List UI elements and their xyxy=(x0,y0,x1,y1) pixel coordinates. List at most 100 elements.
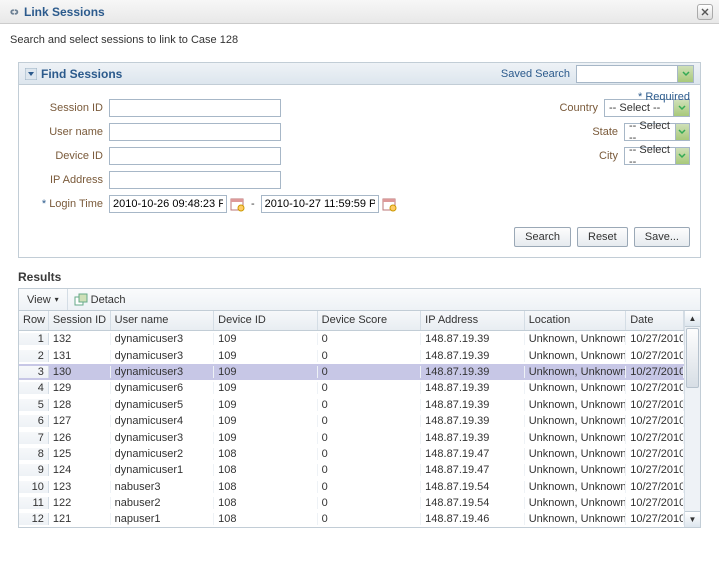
cell: 10/27/2010 xyxy=(626,415,684,427)
results-grid: Row Session ID User name Device ID Devic… xyxy=(18,310,701,528)
cell: 5 xyxy=(19,399,49,411)
saved-search-combo[interactable] xyxy=(576,65,694,83)
cell: 127 xyxy=(49,415,111,427)
cell: 148.87.19.39 xyxy=(421,350,525,362)
col-row[interactable]: Row xyxy=(19,311,49,330)
dialog-title: Link Sessions xyxy=(24,5,697,19)
device-id-input[interactable] xyxy=(109,147,281,165)
user-name-input[interactable] xyxy=(109,123,281,141)
login-to-input[interactable] xyxy=(261,195,379,213)
col-device-score[interactable]: Device Score xyxy=(318,311,422,330)
cell: 148.87.19.39 xyxy=(421,415,525,427)
cell: 0 xyxy=(318,399,422,411)
cell: nabuser3 xyxy=(111,481,215,493)
cell: 148.87.19.39 xyxy=(421,382,525,394)
label-login-time: Login Time xyxy=(29,198,103,210)
detach-label: Detach xyxy=(91,294,126,306)
panel-title: Find Sessions xyxy=(41,67,501,81)
scroll-thumb[interactable] xyxy=(686,328,699,388)
cell: Unknown, Unknown, xyxy=(525,464,627,476)
table-row[interactable]: 2131dynamicuser31090148.87.19.39Unknown,… xyxy=(19,347,684,363)
cell: Unknown, Unknown, xyxy=(525,333,627,345)
view-menu[interactable]: View▾ xyxy=(19,289,68,310)
table-row[interactable]: 6127dynamicuser41090148.87.19.39Unknown,… xyxy=(19,413,684,429)
cell: 132 xyxy=(49,333,111,345)
city-select[interactable]: -- Select -- xyxy=(624,147,690,165)
cell: 148.87.19.39 xyxy=(421,366,525,378)
disclose-icon[interactable] xyxy=(25,68,37,80)
saved-search-label: Saved Search xyxy=(501,68,570,80)
search-button[interactable]: Search xyxy=(514,227,571,247)
cell: nabuser2 xyxy=(111,497,215,509)
save-button[interactable]: Save... xyxy=(634,227,690,247)
country-value: -- Select -- xyxy=(609,102,660,114)
cell: 148.87.19.54 xyxy=(421,497,525,509)
city-value: -- Select -- xyxy=(629,144,675,168)
results-toolbar: View▾ Detach xyxy=(18,288,701,310)
cell: dynamicuser1 xyxy=(111,464,215,476)
col-device-id[interactable]: Device ID xyxy=(214,311,318,330)
cell: Unknown, Unknown, xyxy=(525,366,627,378)
scroll-up-icon[interactable]: ▲ xyxy=(685,311,700,327)
session-id-input[interactable] xyxy=(109,99,281,117)
cell: Unknown, Unknown, xyxy=(525,448,627,460)
panel-body: * Required Session ID Country -- Select … xyxy=(19,85,700,257)
dialog-titlebar: Link Sessions xyxy=(0,0,719,24)
state-select[interactable]: -- Select -- xyxy=(624,123,690,141)
cell: 125 xyxy=(49,448,111,460)
label-ip-address: IP Address xyxy=(29,174,103,186)
instruction-text: Search and select sessions to link to Ca… xyxy=(0,24,719,62)
cell: 128 xyxy=(49,399,111,411)
table-row[interactable]: 7126dynamicuser31090148.87.19.39Unknown,… xyxy=(19,429,684,445)
detach-button[interactable]: Detach xyxy=(68,289,132,310)
chevron-down-icon xyxy=(675,148,689,164)
cell: 108 xyxy=(214,513,318,525)
table-row[interactable]: 10123nabuser31080148.87.19.54Unknown, Un… xyxy=(19,479,684,495)
col-session-id[interactable]: Session ID xyxy=(49,311,111,330)
ip-address-input[interactable] xyxy=(109,171,281,189)
link-icon xyxy=(6,5,20,19)
reset-button[interactable]: Reset xyxy=(577,227,628,247)
cell: 109 xyxy=(214,399,318,411)
login-from-input[interactable] xyxy=(109,195,227,213)
cell: 122 xyxy=(49,497,111,509)
cell: napuser1 xyxy=(111,513,215,525)
table-row[interactable]: 12121napuser11080148.87.19.46Unknown, Un… xyxy=(19,511,684,527)
cell: 148.87.19.39 xyxy=(421,399,525,411)
cell: 10/27/2010 xyxy=(626,448,684,460)
cell: 108 xyxy=(214,448,318,460)
calendar-icon[interactable] xyxy=(381,196,397,212)
cell: 11 xyxy=(19,497,49,509)
find-sessions-panel: Find Sessions Saved Search * Required Se… xyxy=(18,62,701,258)
label-state: State xyxy=(560,126,618,138)
calendar-icon[interactable] xyxy=(229,196,245,212)
col-user-name[interactable]: User name xyxy=(111,311,215,330)
col-ip-address[interactable]: IP Address xyxy=(421,311,525,330)
cell: 0 xyxy=(318,448,422,460)
required-indicator: * Required xyxy=(638,91,690,103)
cell: 148.87.19.47 xyxy=(421,448,525,460)
table-row[interactable]: 5128dynamicuser51090148.87.19.39Unknown,… xyxy=(19,397,684,413)
table-row[interactable]: 11122nabuser21080148.87.19.54Unknown, Un… xyxy=(19,495,684,511)
cell: 10/27/2010 xyxy=(626,481,684,493)
cell: 10/27/2010 xyxy=(626,382,684,394)
vertical-scrollbar[interactable]: ▲ ▼ xyxy=(684,311,700,527)
col-location[interactable]: Location xyxy=(525,311,627,330)
table-row[interactable]: 4129dynamicuser61090148.87.19.39Unknown,… xyxy=(19,380,684,396)
results-title: Results xyxy=(18,270,719,284)
cell: 148.87.19.47 xyxy=(421,464,525,476)
cell: Unknown, Unknown, xyxy=(525,382,627,394)
cell: dynamicuser3 xyxy=(111,366,215,378)
table-row[interactable]: 3130dynamicuser31090148.87.19.39Unknown,… xyxy=(19,364,684,380)
table-row[interactable]: 8125dynamicuser21080148.87.19.47Unknown,… xyxy=(19,446,684,462)
cell: 0 xyxy=(318,513,422,525)
cell: Unknown, Unknown, xyxy=(525,415,627,427)
table-row[interactable]: 1132dynamicuser31090148.87.19.39Unknown,… xyxy=(19,331,684,347)
scroll-down-icon[interactable]: ▼ xyxy=(685,511,700,527)
cell: 10/27/2010 xyxy=(626,333,684,345)
table-row[interactable]: 9124dynamicuser11080148.87.19.47Unknown,… xyxy=(19,462,684,478)
close-icon[interactable] xyxy=(697,4,713,20)
col-date[interactable]: Date xyxy=(626,311,684,330)
cell: Unknown, Unknown, xyxy=(525,497,627,509)
cell: 10/27/2010 xyxy=(626,513,684,525)
